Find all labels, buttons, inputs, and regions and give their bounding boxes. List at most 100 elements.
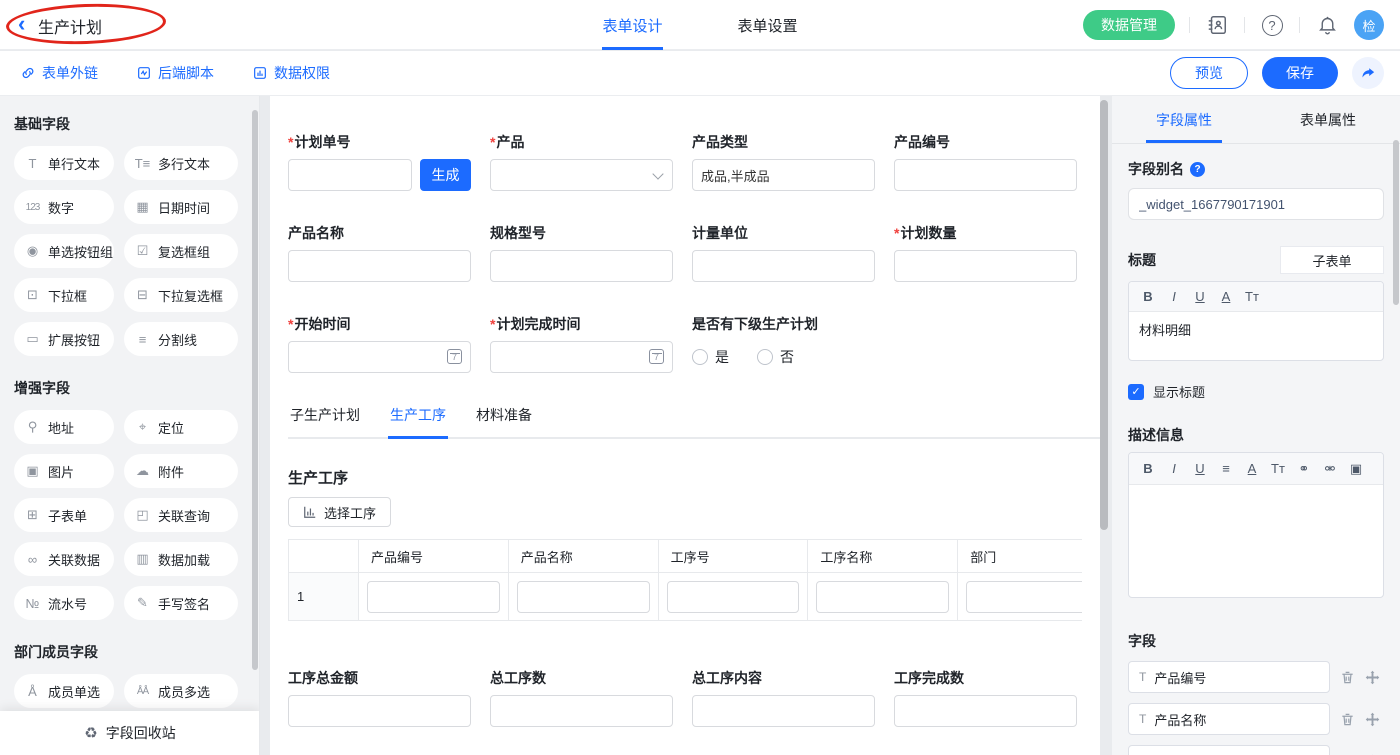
select-process-button[interactable]: 选择工序: [288, 497, 391, 527]
widget-multi-line-text[interactable]: T≡多行文本: [124, 146, 238, 180]
notification-bell-icon[interactable]: [1314, 12, 1340, 38]
font-color-icon[interactable]: A: [1239, 461, 1265, 476]
font-size-icon[interactable]: Tт: [1265, 461, 1291, 476]
delete-field-icon[interactable]: [1339, 711, 1355, 727]
widget-geolocation[interactable]: ⌖定位: [124, 410, 238, 444]
cell-department-input[interactable]: [966, 581, 1082, 613]
widget-signature[interactable]: ✎手写签名: [124, 586, 238, 620]
font-color-icon[interactable]: A: [1213, 289, 1239, 304]
field-material-code-item[interactable]: T 材料编号: [1128, 745, 1330, 755]
field-alias-input[interactable]: [1128, 188, 1384, 220]
user-icon: Å: [24, 684, 41, 699]
widget-datetime[interactable]: ▦日期时间: [124, 190, 238, 224]
italic-icon[interactable]: I: [1161, 289, 1187, 304]
tab-form-properties[interactable]: 表单属性: [1256, 96, 1400, 143]
contacts-icon[interactable]: [1204, 12, 1230, 38]
widget-linked-query[interactable]: ◰关联查询: [124, 498, 238, 532]
underline-icon[interactable]: U: [1187, 461, 1213, 476]
script-icon: [136, 65, 152, 81]
product-select[interactable]: [490, 159, 673, 191]
total-process-content-input[interactable]: [692, 695, 875, 727]
tab-form-settings[interactable]: 表单设置: [738, 0, 798, 50]
total-process-count-input[interactable]: [490, 695, 673, 727]
finish-time-input[interactable]: [490, 341, 673, 373]
cell-product-name-input[interactable]: [517, 581, 650, 613]
title-editor-content[interactable]: 材料明细: [1129, 312, 1383, 360]
field-product-code-item[interactable]: T 产品编号: [1128, 661, 1330, 693]
widget-radio-group[interactable]: ◉单选按钮组: [14, 234, 114, 268]
widget-checkbox-group[interactable]: ☑复选框组: [124, 234, 238, 268]
widget-data-load[interactable]: ▥数据加载: [124, 542, 238, 576]
data-permission-action[interactable]: 数据权限: [252, 63, 330, 83]
col-product-code: 产品编号: [359, 540, 509, 573]
external-link-action[interactable]: 表单外链: [20, 63, 98, 83]
widget-image[interactable]: ▣图片: [14, 454, 114, 488]
description-editor-content[interactable]: [1129, 485, 1383, 597]
widget-number[interactable]: 123数字: [14, 190, 114, 224]
tab-field-properties[interactable]: 字段属性: [1112, 96, 1256, 143]
data-manage-button[interactable]: 数据管理: [1083, 10, 1175, 40]
share-button[interactable]: [1352, 57, 1384, 89]
widget-attachment[interactable]: ☁附件: [124, 454, 238, 488]
widget-address[interactable]: ⚲地址: [14, 410, 114, 444]
sidebar-scrollbar[interactable]: [252, 110, 258, 670]
delete-field-icon[interactable]: [1339, 669, 1355, 685]
cell-process-number-input[interactable]: [667, 581, 800, 613]
cell-product-code-input[interactable]: [367, 581, 500, 613]
process-done-count-input[interactable]: [894, 695, 1077, 727]
widget-single-line-text[interactable]: T单行文本: [14, 146, 114, 180]
help-icon[interactable]: ?: [1259, 12, 1285, 38]
start-time-input[interactable]: [288, 341, 471, 373]
tab-material-prep[interactable]: 材料准备: [474, 405, 534, 437]
checkbox-checked-icon[interactable]: ✓: [1128, 384, 1144, 400]
save-button[interactable]: 保存: [1262, 57, 1338, 89]
move-field-icon[interactable]: [1364, 669, 1380, 685]
plan-quantity-input[interactable]: [894, 250, 1077, 282]
generate-button[interactable]: 生成: [420, 159, 471, 191]
insert-image-icon[interactable]: ▣: [1343, 461, 1369, 477]
panel-scrollbar[interactable]: [1393, 140, 1399, 305]
align-icon[interactable]: ≡: [1213, 461, 1239, 476]
product-type-input[interactable]: [692, 159, 875, 191]
tab-sub-production-plan[interactable]: 子生产计划: [288, 405, 362, 437]
widget-serial-number[interactable]: №流水号: [14, 586, 114, 620]
product-name-input[interactable]: [288, 250, 471, 282]
button-icon: ▭: [24, 331, 41, 347]
bold-icon[interactable]: B: [1135, 461, 1161, 476]
widget-dropdown[interactable]: ⊡下拉框: [14, 278, 114, 312]
radio-no[interactable]: 否: [757, 347, 794, 367]
widget-divider[interactable]: ≡分割线: [124, 322, 238, 356]
italic-icon[interactable]: I: [1161, 461, 1187, 476]
tab-form-design[interactable]: 表单设计: [602, 0, 662, 50]
canvas-scrollbar[interactable]: [1100, 100, 1108, 530]
widget-member-multi[interactable]: ÅÅ成员多选: [124, 674, 238, 708]
spec-model-input[interactable]: [490, 250, 673, 282]
process-table: 产品编号 产品名称 工序号 工序名称 部门 1: [288, 539, 1082, 621]
cell-process-name-input[interactable]: [816, 581, 949, 613]
link-icon[interactable]: ⚭: [1291, 461, 1317, 477]
font-size-icon[interactable]: Tт: [1239, 289, 1265, 304]
preview-button[interactable]: 预览: [1170, 57, 1248, 89]
row-number: 1: [289, 573, 359, 621]
bold-icon[interactable]: B: [1135, 289, 1161, 304]
backend-script-action[interactable]: 后端脚本: [136, 63, 214, 83]
field-product-name-item[interactable]: T 产品名称: [1128, 703, 1330, 735]
move-field-icon[interactable]: [1364, 711, 1380, 727]
radio-yes[interactable]: 是: [692, 347, 729, 367]
tab-production-process[interactable]: 生产工序: [388, 405, 448, 437]
underline-icon[interactable]: U: [1187, 289, 1213, 304]
widget-subform[interactable]: ⊞子表单: [14, 498, 114, 532]
plan-number-input[interactable]: [288, 159, 412, 191]
process-total-amount-input[interactable]: [288, 695, 471, 727]
product-code-input[interactable]: [894, 159, 1077, 191]
widget-multi-dropdown[interactable]: ⊟下拉复选框: [124, 278, 238, 312]
widget-linked-data[interactable]: ∞关联数据: [14, 542, 114, 576]
unit-input[interactable]: [692, 250, 875, 282]
field-recycle-bin[interactable]: ♻ 字段回收站: [0, 711, 260, 755]
unlink-icon[interactable]: ⚮: [1317, 461, 1343, 477]
user-avatar[interactable]: 检: [1354, 10, 1384, 40]
widget-extend-button[interactable]: ▭扩展按钮: [14, 322, 114, 356]
field-alias-label: 字段别名 ?: [1128, 159, 1384, 179]
widget-member-single[interactable]: Å成员单选: [14, 674, 114, 708]
help-icon[interactable]: ?: [1190, 162, 1205, 177]
